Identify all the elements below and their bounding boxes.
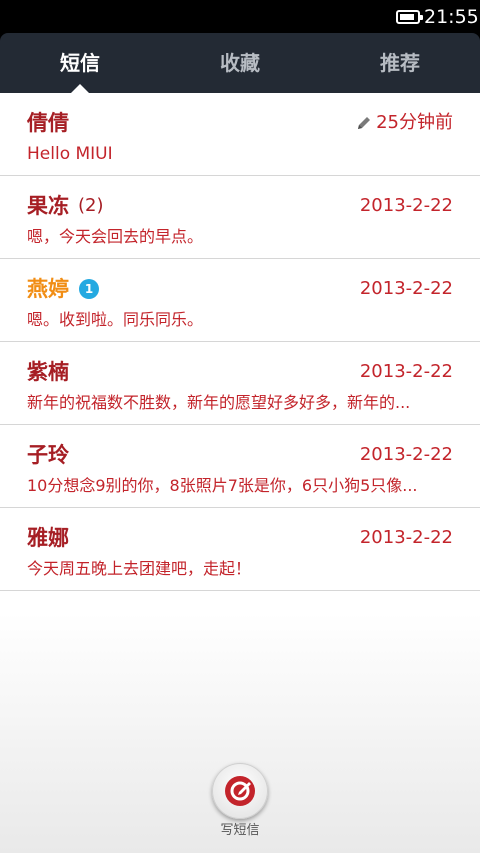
contact-name: 燕婷 bbox=[27, 277, 69, 301]
compose-label: 写短信 bbox=[220, 823, 260, 838]
contact-name: 倩倩 bbox=[27, 111, 69, 135]
status-bar: 21:55 bbox=[0, 0, 480, 33]
contact-name: 紫楠 bbox=[27, 360, 69, 384]
conversation-row[interactable]: 紫楠 2013-2-22 新年的祝福数不胜数，新年的愿望好多好多，新年的... bbox=[0, 342, 480, 425]
battery-icon bbox=[396, 10, 423, 24]
contact-name: 果冻 bbox=[27, 194, 69, 218]
conversation-row[interactable]: 子玲 2013-2-22 10分想念9别的你，8张照片7张是你，6只小狗5只像.… bbox=[0, 425, 480, 508]
conversation-list: 倩倩 25分钟前 Hello MIUI 果冻 (2) 2013-2-22 嗯，今… bbox=[0, 93, 480, 853]
message-preview: 新年的祝福数不胜数，新年的愿望好多好多，新年的... bbox=[27, 393, 411, 412]
message-preview: 嗯。收到啦。同乐同乐。 bbox=[27, 310, 204, 329]
active-tab-indicator bbox=[71, 84, 89, 93]
conversation-row[interactable]: 倩倩 25分钟前 Hello MIUI bbox=[0, 93, 480, 176]
message-preview: 嗯，今天会回去的早点。 bbox=[27, 227, 204, 246]
message-preview: 今天周五晚上去团建吧，走起！ bbox=[27, 559, 252, 578]
tab-favorites[interactable]: 收藏 bbox=[160, 33, 320, 93]
message-time: 2013-2-22 bbox=[359, 444, 453, 465]
conversation-row[interactable]: 果冻 (2) 2013-2-22 嗯，今天会回去的早点。 bbox=[0, 176, 480, 259]
message-time: 2013-2-22 bbox=[359, 195, 453, 216]
message-preview: Hello MIUI bbox=[27, 144, 113, 164]
message-time: 2013-2-22 bbox=[359, 527, 453, 548]
conversation-row[interactable]: 雅娜 2013-2-22 今天周五晚上去团建吧，走起！ bbox=[0, 508, 480, 591]
draft-pencil-icon bbox=[358, 117, 370, 129]
message-preview: 10分想念9别的你，8张照片7张是你，6只小狗5只像... bbox=[27, 476, 418, 495]
contact-name: 雅娜 bbox=[27, 526, 69, 550]
status-time: 21:55 bbox=[424, 6, 479, 28]
contact-name: 子玲 bbox=[27, 443, 69, 467]
message-time: 2013-2-22 bbox=[359, 361, 453, 382]
conversation-row[interactable]: 燕婷 1 2013-2-22 嗯。收到啦。同乐同乐。 bbox=[0, 259, 480, 342]
tab-recommended[interactable]: 推荐 bbox=[320, 33, 480, 93]
battery-level bbox=[400, 14, 414, 20]
compose-icon bbox=[225, 776, 255, 806]
message-count: (2) bbox=[78, 195, 104, 216]
compose-button[interactable] bbox=[212, 763, 268, 819]
message-time: 2013-2-22 bbox=[359, 278, 453, 299]
message-time: 25分钟前 bbox=[376, 112, 453, 133]
unread-badge: 1 bbox=[79, 279, 99, 299]
